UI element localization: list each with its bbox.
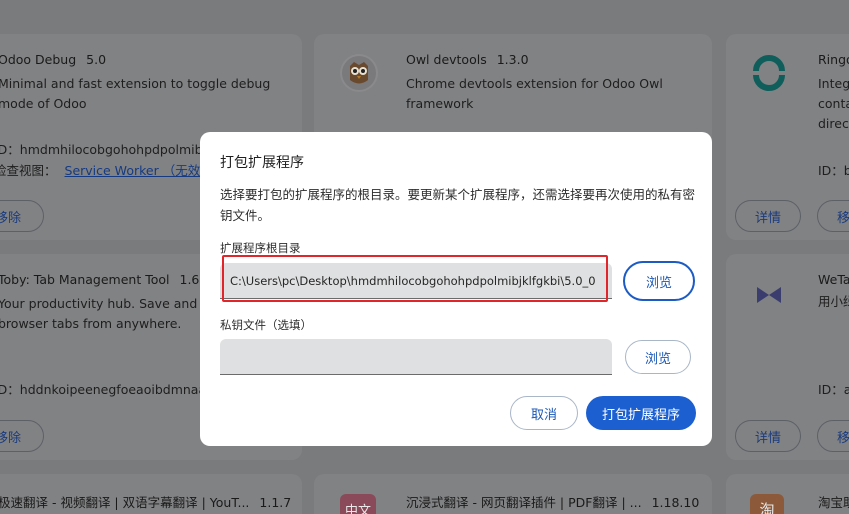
extension-id: ID：b: [818, 163, 849, 178]
immersive-translate-icon: 中文: [340, 494, 376, 514]
remove-button[interactable]: 移除: [817, 200, 849, 232]
private-key-label: 私钥文件（选填）: [220, 318, 312, 332]
extension-name: Odoo Debug 5.0: [0, 52, 107, 67]
extension-name: Ringo: [818, 52, 849, 67]
extension-description: 用小绿: [818, 294, 849, 309]
extension-description: Your productivity hub. Save and org brows…: [0, 296, 222, 331]
extension-description: Minimal and fast extension to toggle deb…: [0, 76, 271, 111]
extension-name: WeTa: [818, 272, 849, 287]
inspect-views: 检查视图： Service Worker （无效）: [0, 163, 213, 178]
extension-name: Owl devtools 1.3.0: [406, 52, 529, 67]
details-button[interactable]: 详情: [735, 200, 801, 232]
extension-card-taobao: 淘 淘宝助: [726, 474, 849, 514]
browse-key-button[interactable]: 浏览: [625, 340, 691, 374]
extension-card-speed-translate: 极速翻译 - 视频翻译 | 双语字幕翻译 | YouT... 1.1.7: [0, 474, 302, 514]
dialog-description: 选择要打包的扩展程序的根目录。要更新某个扩展程序，还需选择要再次使用的私有密钥文…: [220, 187, 696, 223]
extension-card-ringo: Ringo Integcontadirect ID：b 详情 移除: [726, 34, 849, 240]
extension-description: Chrome devtools extension for Odoo Owl fr…: [406, 76, 663, 111]
dialog-title: 打包扩展程序: [220, 155, 304, 171]
remove-button[interactable]: 移除: [0, 420, 44, 452]
extension-name: 极速翻译 - 视频翻译 | 双语字幕翻译 | YouT... 1.1.7: [0, 495, 292, 510]
root-directory-label: 扩展程序根目录: [220, 241, 301, 255]
extension-id: ID：hddnkoipeenegfoeaoibdmnaal: [0, 382, 210, 397]
pack-extension-button[interactable]: 打包扩展程序: [586, 396, 696, 430]
extension-name: 沉浸式翻译 - 网页翻译插件 | PDF翻译 | ... 1.18.10: [406, 495, 700, 510]
service-worker-link[interactable]: Service Worker （无效）: [65, 163, 213, 178]
details-button[interactable]: 详情: [735, 420, 801, 452]
remove-button[interactable]: 移除: [817, 420, 849, 452]
remove-button[interactable]: 移除: [0, 200, 44, 232]
pack-extension-dialog: 打包扩展程序 选择要打包的扩展程序的根目录。要更新某个扩展程序，还需选择要再次使…: [200, 132, 712, 446]
extension-name: Toby: Tab Management Tool 1.6.0: [0, 272, 212, 287]
extension-description: Integcontadirect: [818, 76, 849, 131]
owl-icon: [340, 54, 378, 92]
highlight-annotation: [222, 255, 608, 302]
extension-card-weta: WeTa 用小绿 ID：a 详情 移除: [726, 254, 849, 460]
ring-icon: [750, 54, 788, 92]
private-key-field[interactable]: [220, 339, 612, 375]
bowtie-icon: [750, 276, 788, 314]
browse-root-button[interactable]: 浏览: [623, 261, 695, 301]
extension-card-immersive-translate: 中文 沉浸式翻译 - 网页翻译插件 | PDF翻译 | ... 1.18.10: [314, 474, 712, 514]
extension-name: 淘宝助: [818, 495, 849, 510]
taobao-icon: 淘: [750, 494, 784, 514]
extension-id: ID：hmdmhilocobgohohpdpolmibjk: [0, 142, 214, 157]
cancel-button[interactable]: 取消: [510, 396, 578, 430]
extension-id: ID：a: [818, 382, 849, 397]
